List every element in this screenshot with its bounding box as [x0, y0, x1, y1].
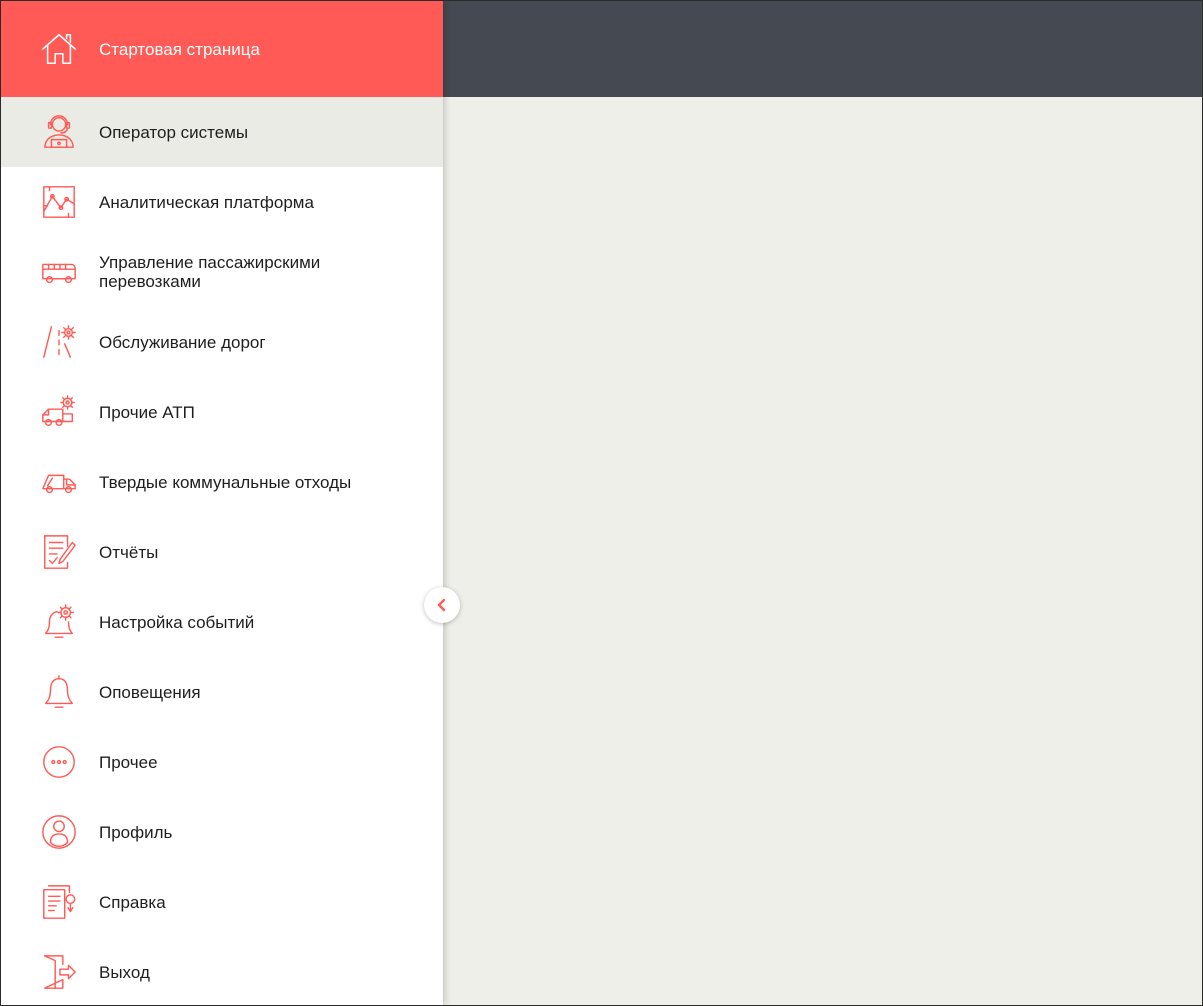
sidebar-item-label: Выход: [99, 962, 150, 982]
sidebar-item-label: Оператор системы: [99, 122, 249, 142]
analytics-chart-icon: [39, 182, 79, 222]
road-gear-icon: [39, 322, 79, 362]
sidebar-item-exit[interactable]: Выход: [1, 937, 443, 1005]
sidebar-item-label: Настройка событий: [99, 612, 255, 632]
sidebar: Стартовая страница Оператор системы Анал…: [1, 1, 443, 1005]
sidebar-item-label: Твердые коммунальные отходы: [99, 472, 352, 492]
exit-door-icon: [39, 952, 79, 992]
report-icon: [39, 532, 79, 572]
sidebar-item-label: Аналитическая платформа: [99, 192, 314, 212]
vehicle-gear-icon: [39, 392, 79, 432]
garbage-truck-icon: [39, 462, 79, 502]
sidebar-item-other-atp[interactable]: Прочие АТП: [1, 377, 443, 447]
sidebar-item-help[interactable]: Справка: [1, 867, 443, 937]
app-window: Стартовая страница Оператор системы Анал…: [0, 0, 1203, 1006]
sidebar-item-label: Справка: [99, 892, 166, 912]
sidebar-home-label: Стартовая страница: [99, 39, 260, 59]
sidebar-item-label: Отчёты: [99, 542, 159, 562]
sidebar-item-profile[interactable]: Профиль: [1, 797, 443, 867]
more-dots-icon: [39, 742, 79, 782]
sidebar-item-label: Профиль: [99, 822, 173, 842]
sidebar-item-label: Управление пассажирскими перевозками: [99, 253, 321, 291]
bell-icon: [39, 672, 79, 712]
sidebar-item-operator[interactable]: Оператор системы: [1, 97, 443, 167]
main-content-area: [443, 97, 1202, 1005]
profile-icon: [39, 812, 79, 852]
collapse-sidebar-button[interactable]: [424, 587, 460, 623]
sidebar-item-label: Обслуживание дорог: [99, 332, 266, 352]
sidebar-item-road-maintenance[interactable]: Обслуживание дорог: [1, 307, 443, 377]
sidebar-item-label: Оповещения: [99, 682, 201, 702]
sidebar-item-analytics[interactable]: Аналитическая платформа: [1, 167, 443, 237]
home-icon: [39, 29, 79, 69]
bell-gear-icon: [39, 602, 79, 642]
sidebar-item-label: Прочее: [99, 752, 158, 772]
sidebar-item-passenger-transport[interactable]: Управление пассажирскими перевозками: [1, 237, 443, 307]
sidebar-item-event-settings[interactable]: Настройка событий: [1, 587, 443, 657]
sidebar-item-notifications[interactable]: Оповещения: [1, 657, 443, 727]
help-document-icon: [39, 882, 79, 922]
sidebar-home[interactable]: Стартовая страница: [1, 1, 443, 97]
chevron-left-icon: [435, 598, 449, 612]
sidebar-item-label: Прочие АТП: [99, 402, 195, 422]
sidebar-item-solid-waste[interactable]: Твердые коммунальные отходы: [1, 447, 443, 517]
bus-icon: [39, 252, 79, 292]
operator-icon: [39, 112, 79, 152]
sidebar-item-other[interactable]: Прочее: [1, 727, 443, 797]
sidebar-item-reports[interactable]: Отчёты: [1, 517, 443, 587]
